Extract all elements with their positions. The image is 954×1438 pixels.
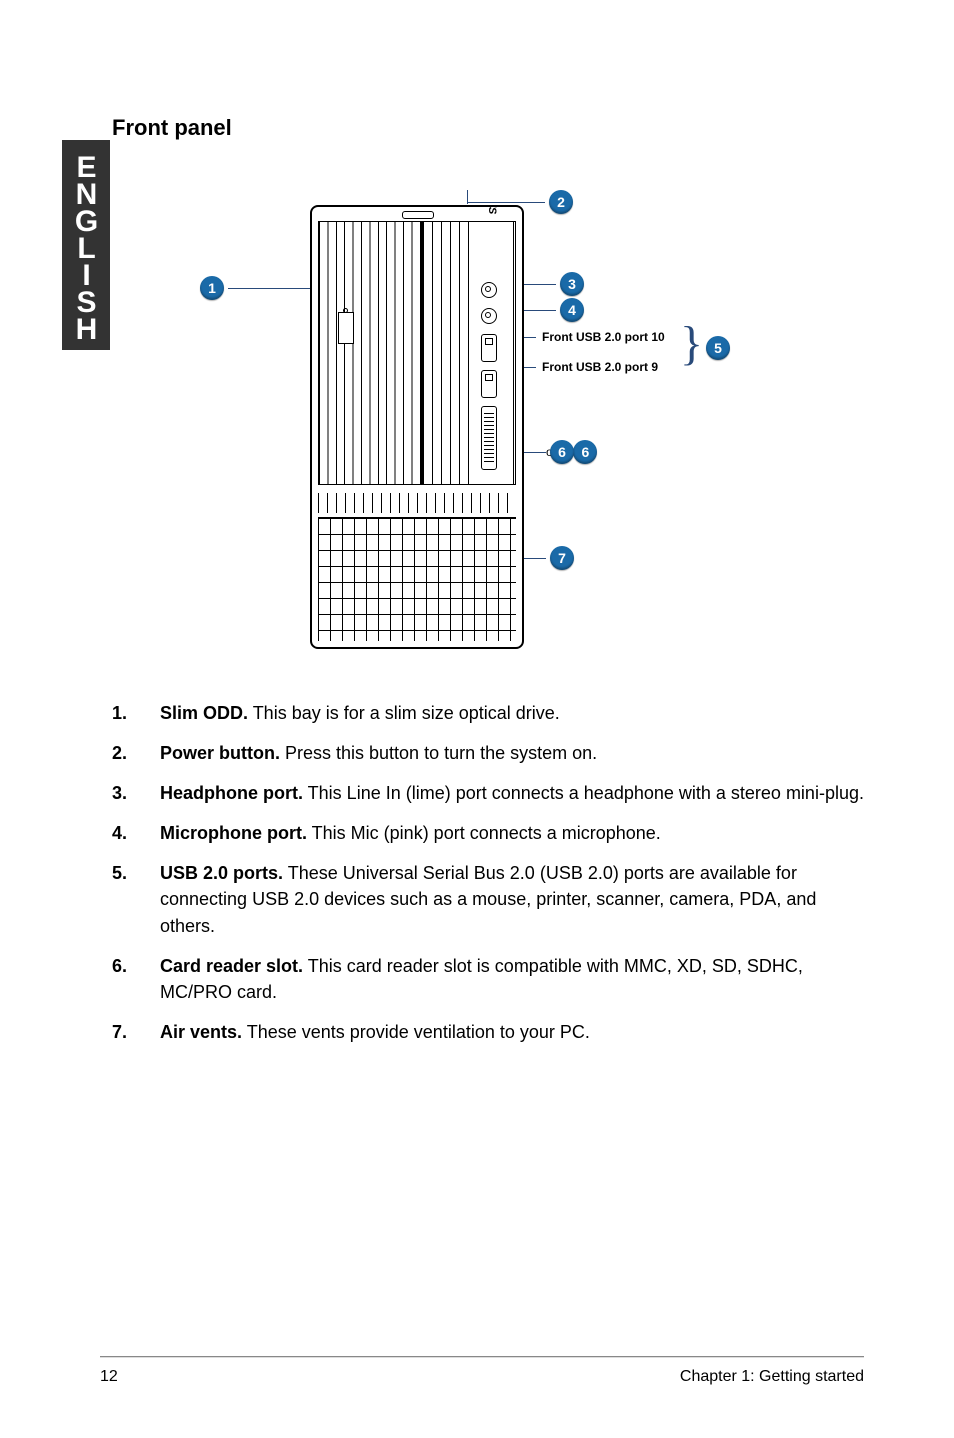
usb-port-icon <box>481 334 497 362</box>
chapter-label: Chapter 1: Getting started <box>680 1368 864 1386</box>
usb-port-icon <box>481 370 497 398</box>
callout-6-badge: 6 <box>573 440 597 464</box>
callout-5-badge: 5 <box>706 336 730 360</box>
callout-3-badge: 3 <box>560 272 584 296</box>
svg-text:/SUS: /SUS <box>487 205 498 215</box>
callout-1-badge: 1 <box>200 276 224 300</box>
callout-4-badge: 4 <box>560 298 584 322</box>
list-item: 7. Air vents. These vents provide ventil… <box>112 1019 864 1045</box>
section-title: Front panel <box>112 115 232 141</box>
callout-7-badge: 7 <box>550 546 574 570</box>
odd-bay-icon <box>318 221 422 485</box>
list-item: 3. Headphone port. This Line In (lime) p… <box>112 780 864 806</box>
list-item: 2. Power button. Press this button to tu… <box>112 740 864 766</box>
headphone-jack-icon <box>481 282 497 298</box>
page-number: 12 <box>100 1368 118 1386</box>
power-button-icon <box>402 211 434 219</box>
list-item: 4. Microphone port. This Mic (pink) port… <box>112 820 864 846</box>
callout-2-badge: 2 <box>549 190 573 214</box>
usb-port-10-label: Front USB 2.0 port 10 <box>542 330 665 344</box>
pc-tower-illustration: /SUS <box>310 205 524 649</box>
list-item: 5. USB 2.0 ports. These Universal Serial… <box>112 860 864 938</box>
front-panel-diagram: 1 2 3 4 Front USB 2.0 port 10 Front US <box>200 190 760 670</box>
card-reader-slot-icon <box>481 406 497 470</box>
io-panel-icon: /SUS <box>422 221 516 485</box>
asus-logo-icon: /SUS <box>487 205 499 230</box>
list-item: 6. Card reader slot. This card reader sl… <box>112 953 864 1005</box>
air-vents-icon <box>318 517 516 641</box>
description-list: 1. Slim ODD. This bay is for a slim size… <box>112 700 864 1059</box>
callout-6-badge-b: 6 <box>550 440 574 464</box>
footer-divider <box>100 1356 864 1358</box>
brace-icon: } <box>680 320 703 368</box>
mic-jack-icon <box>481 308 497 324</box>
language-label: ENGLISH <box>69 151 103 340</box>
usb-port-9-label: Front USB 2.0 port 9 <box>542 360 658 374</box>
page: ENGLISH Front panel 1 2 3 4 Front <box>0 0 954 1438</box>
language-tab: ENGLISH <box>62 140 110 350</box>
list-item: 1. Slim ODD. This bay is for a slim size… <box>112 700 864 726</box>
